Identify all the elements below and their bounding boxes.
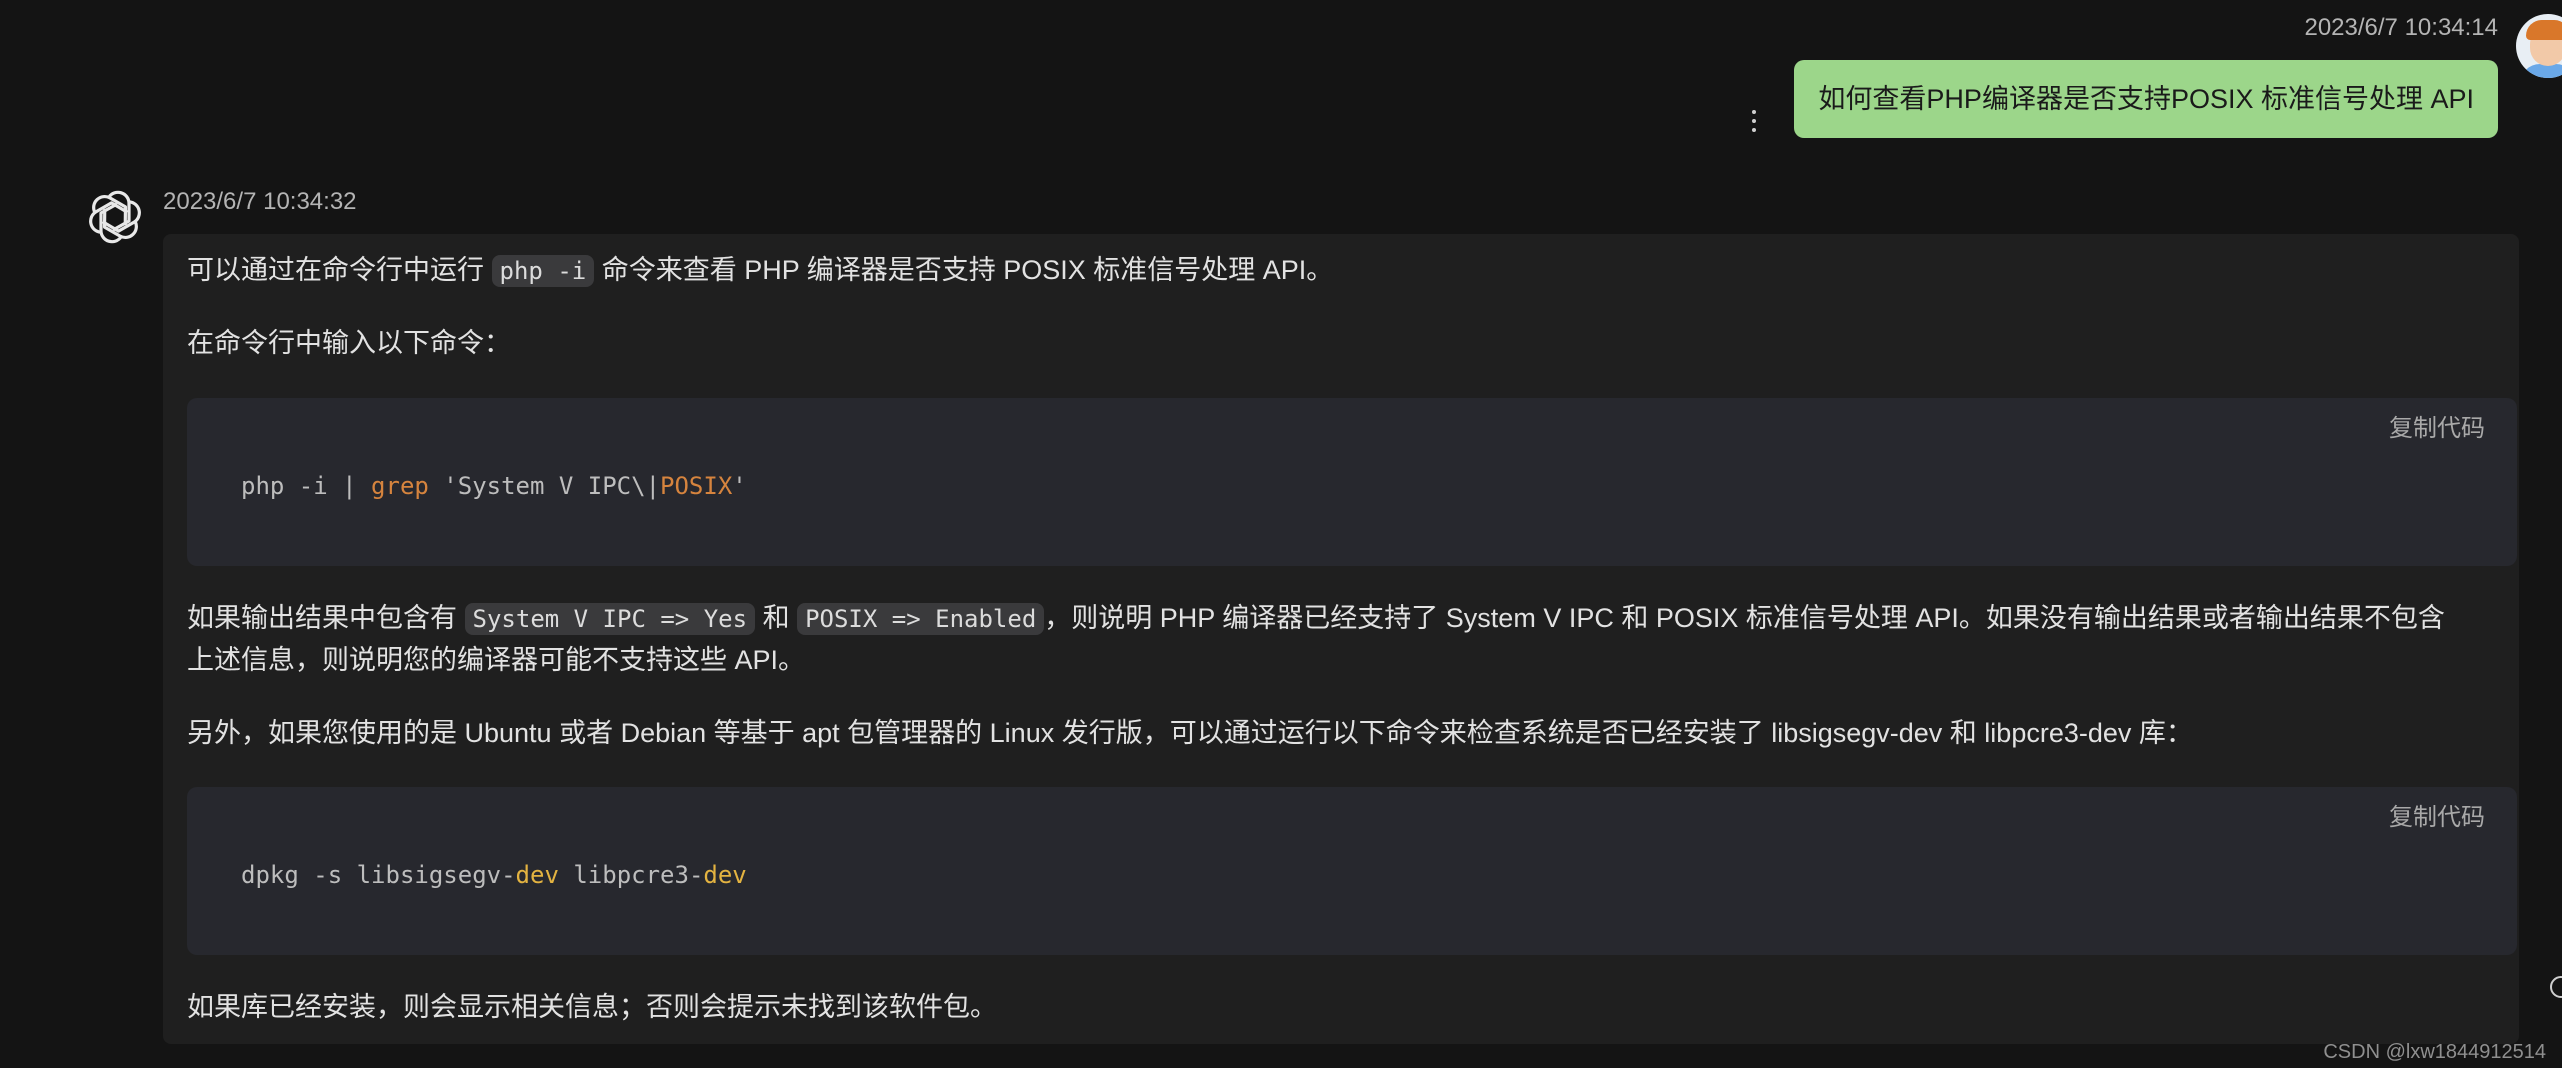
copy-code-button[interactable]: 复制代码 (2389, 408, 2485, 443)
inline-code: System V IPC => Yes (464, 603, 756, 635)
user-message-timestamp: 2023/6/7 10:34:14 (2304, 14, 2498, 41)
openai-logo-icon (89, 190, 141, 244)
code-block-grep: 复制代码 php -i | grep 'System V IPC\|POSIX' (187, 398, 2517, 566)
copy-code-button[interactable]: 复制代码 (2389, 797, 2485, 832)
bot-message-card: 可以通过在命令行中运行 php -i 命令来查看 PHP 编译器是否支持 POS… (163, 234, 2519, 1044)
inline-code: php -i (491, 255, 595, 287)
paragraph-apt-check: 另外，如果您使用的是 Ubuntu 或者 Debian 等基于 apt 包管理器… (187, 718, 2193, 748)
bot-message-timestamp: 2023/6/7 10:34:32 (163, 188, 357, 215)
paragraph-conclusion: 如果库已经安装，则会显示相关信息；否则会提示未找到该软件包。 (187, 992, 997, 1022)
user-message-bubble: 如何查看PHP编译器是否支持POSIX 标准信号处理 API (1794, 60, 2498, 138)
paragraph-result-explanation: 如果输出结果中包含有 System V IPC => Yes 和 POSIX =… (187, 603, 2445, 635)
scroll-handle-icon[interactable] (2550, 976, 2562, 998)
more-options-icon[interactable] (1750, 110, 1758, 136)
code-line: php -i | grep 'System V IPC\|POSIX' (241, 472, 747, 500)
user-avatar[interactable] (2516, 14, 2562, 78)
code-block-dpkg: 复制代码 dpkg -s libsigsegv-dev libpcre3-dev (187, 787, 2517, 955)
paragraph-intro: 可以通过在命令行中运行 php -i 命令来查看 PHP 编译器是否支持 POS… (187, 255, 1334, 287)
watermark: CSDN @lxw1844912514 (2323, 1041, 2546, 1063)
code-line: dpkg -s libsigsegv-dev libpcre3-dev (241, 861, 747, 889)
paragraph-result-explanation-line2: 上述信息，则说明您的编译器可能不支持这些 API。 (187, 645, 806, 675)
inline-code: POSIX => Enabled (797, 603, 1045, 635)
paragraph-instruction: 在命令行中输入以下命令： (187, 328, 511, 358)
